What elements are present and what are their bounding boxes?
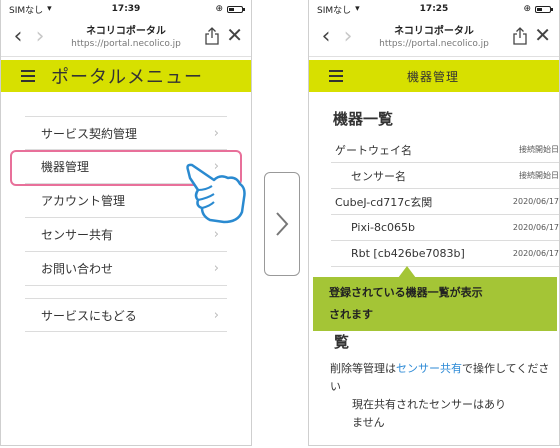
hamburger-menu-icon[interactable] [329, 70, 343, 82]
management-note: 削除等管理はセンサー共有で操作してください [330, 360, 552, 396]
menu-item-service-contract[interactable]: サービス契約管理 › [25, 116, 227, 150]
shared-sensor-section: 覧 削除等管理はセンサー共有で操作してください 現在共有されたセンサーはあり ま… [330, 331, 552, 432]
chevron-right-icon [276, 212, 289, 236]
sensor-sharing-link[interactable]: センサー共有 [396, 362, 462, 375]
device-name: CubeJ-cd717c玄関 [335, 195, 433, 209]
clock: 17:39 [111, 4, 141, 14]
device-row-sensor[interactable]: Pixi-8c065b 2020/06/17 [331, 215, 559, 241]
device-date: 2020/06/17 [512, 249, 559, 258]
device-date: 2020/06/17 [512, 197, 559, 206]
menu-item-label: サービスにもどる [41, 308, 137, 323]
page-header: 機器管理 [309, 60, 559, 92]
status-bar: SIMなし ▾ 17:39 ⊕ [1, 0, 251, 18]
no-shared-sensors-message: 現在共有されたセンサーはあり ません [352, 396, 552, 432]
device-list-section: 機器一覧 ゲートウェイ名 接続開始日 センサー名 接続開始日 CubeJ-cd717… [309, 108, 559, 267]
hamburger-menu-icon[interactable] [21, 70, 35, 82]
menu-item-label: お問い合わせ [41, 262, 114, 276]
chevron-right-icon: › [213, 307, 219, 323]
chevron-right-icon: › [213, 125, 219, 141]
section-title: 覧 [334, 333, 350, 351]
message-text: ません [352, 416, 385, 429]
device-list-subheader: センサー名 接続開始日 [331, 163, 559, 189]
column-header-date: 接続開始日 [519, 171, 559, 180]
note-text: 削除等管理は [330, 362, 396, 375]
menu-item-label: センサー共有 [41, 228, 114, 242]
device-name: Rbt [cb426be7083b] [351, 247, 465, 260]
menu-item-label: サービス契約管理 [41, 126, 138, 141]
browser-toolbar: ‹ › ネコリコポータル https://portal.necolico.jp … [1, 18, 251, 57]
close-icon[interactable]: ✕ [534, 25, 551, 45]
menu-item-return-to-service[interactable]: サービスにもどる › [25, 298, 227, 332]
device-list-header: ゲートウェイ名 接続開始日 [331, 137, 559, 163]
site-url: https://portal.necolico.jp [71, 39, 181, 49]
transition-arrow [264, 172, 300, 276]
column-header-date: 接続開始日 [519, 145, 559, 154]
device-name: Pixi-8c065b [351, 221, 416, 234]
column-header-sensor: センサー名 [351, 169, 406, 183]
share-icon[interactable] [205, 27, 219, 45]
callout-text: されます [329, 308, 373, 321]
site-title: ネコリコポータル [86, 26, 166, 37]
message-text: 現在共有されたセンサーはあり [352, 398, 506, 411]
back-icon[interactable]: ‹ [7, 26, 29, 48]
chevron-right-icon: › [213, 261, 219, 276]
device-row-gateway[interactable]: CubeJ-cd717c玄関 2020/06/17 [331, 189, 559, 215]
page-header: ポータルメニュー [1, 60, 251, 92]
page-title: 機器管理 [406, 69, 459, 84]
close-icon[interactable]: ✕ [226, 25, 243, 45]
callout-text: 登録されている機器一覧が表示 [329, 286, 483, 299]
share-icon[interactable] [513, 27, 527, 45]
pointing-hand-icon [186, 163, 246, 224]
status-bar: SIMなし ▾ 17:25 ⊕ [309, 0, 559, 18]
device-row-sensor[interactable]: Rbt [cb426be7083b] 2020/06/17 [331, 241, 559, 267]
page-title: ポータルメニュー [51, 67, 203, 88]
browser-toolbar: ‹ › ネコリコポータル https://portal.necolico.jp … [309, 18, 559, 57]
back-icon[interactable]: ‹ [315, 26, 337, 48]
battery-icon [227, 5, 245, 13]
battery-icon [535, 5, 553, 13]
address-bar[interactable]: ネコリコポータル https://portal.necolico.jp [51, 22, 201, 49]
site-url: https://portal.necolico.jp [379, 39, 489, 49]
chevron-right-icon: › [213, 227, 219, 242]
forward-icon[interactable]: › [29, 26, 51, 48]
section-title: 機器一覧 [333, 110, 394, 128]
clock: 17:25 [419, 4, 449, 14]
column-header-gateway: ゲートウェイ名 [335, 143, 412, 157]
menu-item-contact[interactable]: お問い合わせ › [25, 252, 227, 286]
explanation-callout: 登録されている機器一覧が表示 されます [313, 277, 557, 331]
forward-icon[interactable]: › [337, 26, 359, 48]
device-date: 2020/06/17 [512, 223, 559, 232]
menu-item-label: アカウント管理 [41, 194, 126, 208]
site-title: ネコリコポータル [394, 26, 474, 37]
address-bar[interactable]: ネコリコポータル https://portal.necolico.jp [359, 22, 509, 49]
